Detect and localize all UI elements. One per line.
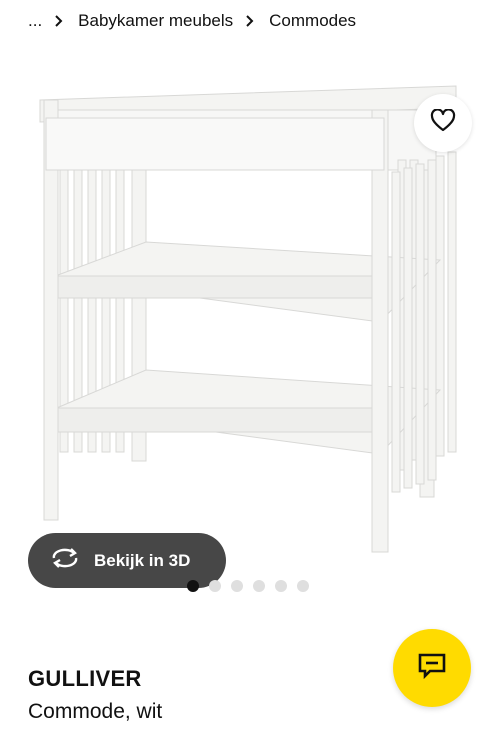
product-page: ... Babykamer meubels Commodes Bekijk in…	[0, 0, 498, 731]
product-description: Commode, wit	[28, 700, 163, 723]
heart-icon	[430, 107, 456, 138]
breadcrumb-item-babykamer-meubels[interactable]: Babykamer meubels	[78, 11, 233, 31]
product-name: GULLIVER	[28, 666, 142, 691]
carousel-dot-1[interactable]	[187, 580, 199, 592]
breadcrumb-item-commodes[interactable]: Commodes	[269, 11, 356, 31]
carousel-dot-6[interactable]	[297, 580, 309, 592]
favorite-button[interactable]	[414, 94, 472, 152]
carousel-dots	[187, 580, 309, 592]
carousel-dot-4[interactable]	[253, 580, 265, 592]
chevron-right-icon	[54, 14, 66, 28]
carousel-dot-2[interactable]	[209, 580, 221, 592]
view-in-3d-label: Bekijk in 3D	[94, 550, 191, 570]
breadcrumb: ... Babykamer meubels Commodes	[28, 8, 356, 34]
rotate-3d-icon	[50, 547, 80, 574]
breadcrumb-item-more[interactable]: ...	[28, 11, 42, 31]
chevron-right-icon	[245, 14, 257, 28]
chat-button[interactable]	[393, 629, 471, 707]
carousel-dot-3[interactable]	[231, 580, 243, 592]
chat-icon	[417, 652, 447, 685]
carousel-dot-5[interactable]	[275, 580, 287, 592]
